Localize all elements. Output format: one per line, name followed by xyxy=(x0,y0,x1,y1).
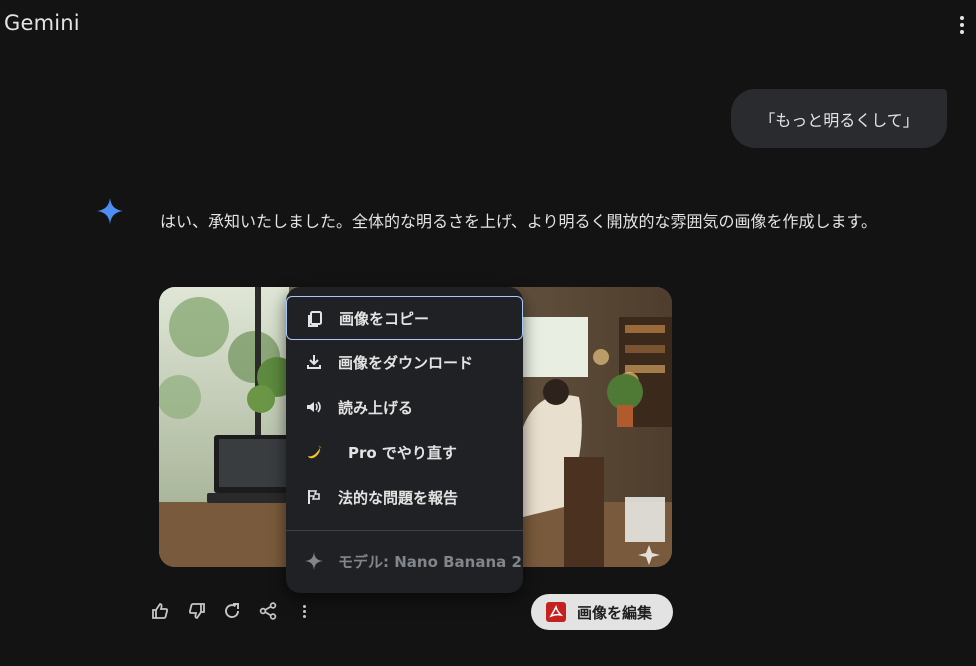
banana-icon xyxy=(304,442,324,462)
menu-divider xyxy=(286,530,523,531)
speaker-icon xyxy=(304,397,324,417)
copy-image-menu-item[interactable]: 画像をコピー xyxy=(286,296,523,340)
thumbs-up-icon[interactable] xyxy=(149,600,171,622)
user-message-bubble: 「もっと明るくして」 xyxy=(731,89,947,148)
edit-image-icon xyxy=(546,602,566,622)
read-aloud-menu-item[interactable]: 読み上げる xyxy=(286,385,523,429)
download-image-menu-item[interactable]: 画像をダウンロード xyxy=(286,340,523,384)
image-context-menu: 画像をコピー 画像をダウンロード 読み上げる Pro でやり直す 法的な問題を報… xyxy=(286,287,523,593)
gemini-spark-icon xyxy=(97,198,123,224)
model-info: モデル: Nano Banana 2 xyxy=(286,539,523,583)
more-options-icon[interactable] xyxy=(953,12,971,38)
flag-icon xyxy=(304,487,324,507)
share-icon[interactable] xyxy=(257,600,279,622)
redo-with-pro-menu-item[interactable]: Pro でやり直す xyxy=(286,430,523,474)
report-legal-issue-menu-item[interactable]: 法的な問題を報告 xyxy=(286,475,523,519)
download-icon xyxy=(304,352,324,372)
redo-icon[interactable] xyxy=(221,600,243,622)
copy-icon xyxy=(305,309,325,329)
response-text: はい、承知いたしました。全体的な明るさを上げ、より明るく開放的な雰囲気の画像を作… xyxy=(160,212,877,231)
app-title: Gemini xyxy=(4,11,80,35)
sparkle-icon xyxy=(304,551,324,571)
thumbs-down-icon[interactable] xyxy=(186,600,208,622)
more-vert-icon[interactable] xyxy=(296,600,312,622)
edit-image-button[interactable]: 画像を編集 xyxy=(531,594,673,630)
